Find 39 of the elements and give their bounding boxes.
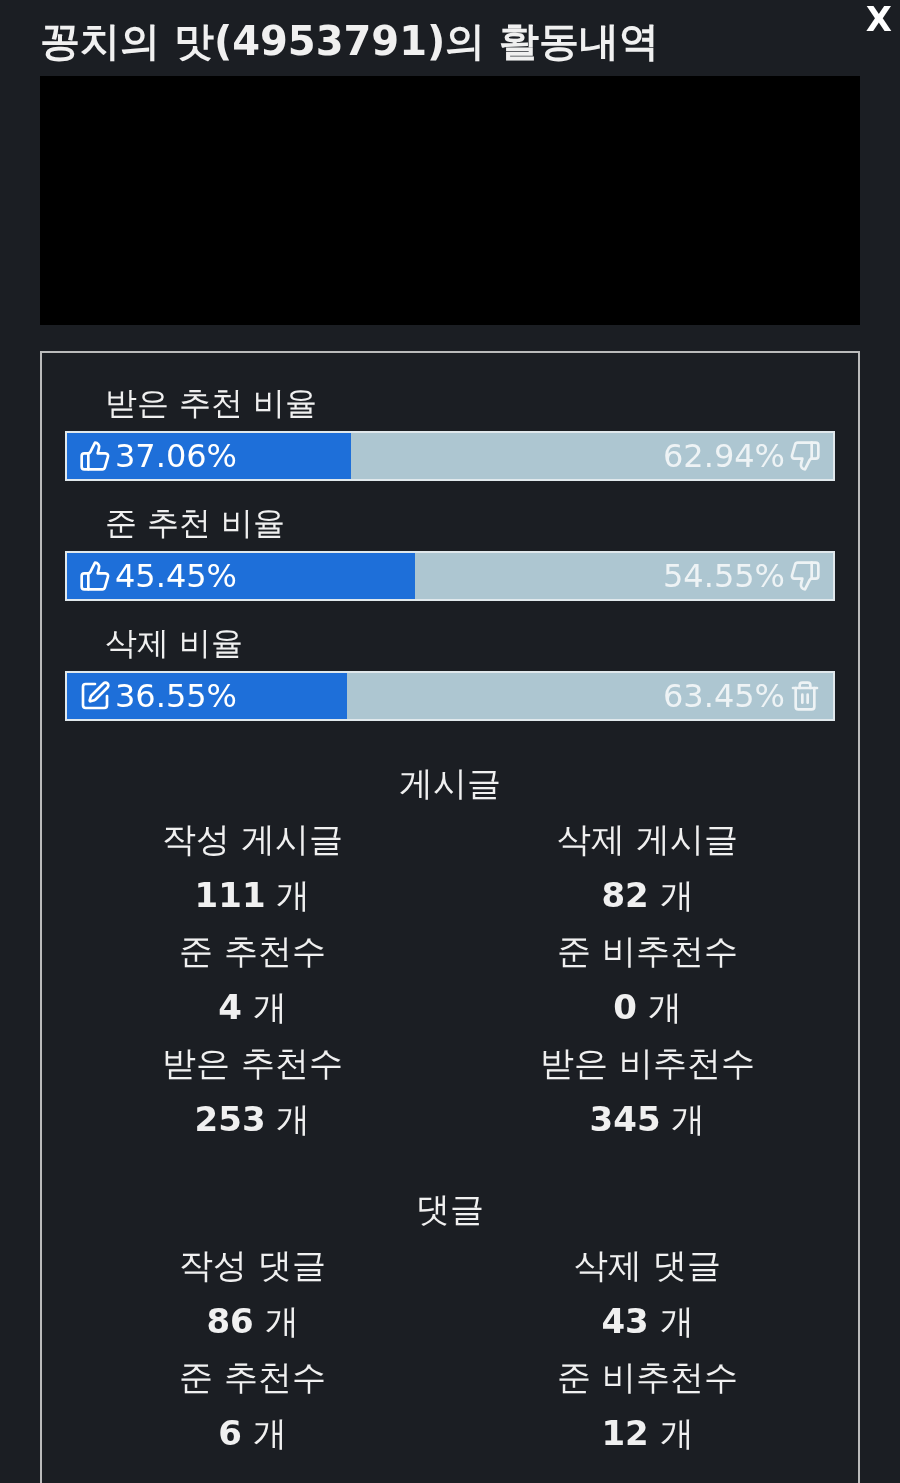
ratio-label: 받은 추천 비율 — [104, 383, 319, 424]
stat-value: 82 개 — [601, 874, 694, 917]
page-title: 꽁치의 맛(4953791)의 활동내역 — [40, 17, 661, 66]
stat-value: 0 개 — [613, 986, 682, 1029]
ratio-label: 준 추천 비율 — [104, 503, 287, 544]
positive-percent: 37.06% — [115, 436, 237, 477]
positive-percent: 36.55% — [115, 676, 237, 717]
negative-percent: 54.55% — [663, 556, 785, 597]
close-button[interactable]: X — [865, 2, 892, 36]
stat-value: 345 개 — [589, 1098, 706, 1141]
trash-icon — [789, 680, 821, 712]
thumbs-down-icon — [789, 560, 821, 592]
stat-label: 작성 게시글 — [162, 818, 343, 861]
section-heading: 댓글 — [415, 1188, 485, 1231]
stat-label: 삭제 게시글 — [557, 818, 738, 861]
stat-value: 111 개 — [194, 874, 311, 917]
stat-value: 12 개 — [601, 1412, 694, 1455]
stat-value: 6 개 — [218, 1412, 287, 1455]
stat-value: 253 개 — [194, 1098, 311, 1141]
stat-label: 작성 댓글 — [179, 1244, 326, 1287]
stat-label: 삭제 댓글 — [574, 1244, 721, 1287]
negative-percent: 62.94% — [663, 436, 785, 477]
stat-value: 86 개 — [206, 1300, 299, 1343]
stat-label: 준 비추천수 — [557, 1356, 738, 1399]
pencil-square-icon — [79, 680, 111, 712]
stat-label: 받은 추천수 — [162, 1042, 343, 1085]
stat-label: 준 추천수 — [179, 1356, 326, 1399]
stat-label: 받은 비추천수 — [540, 1042, 755, 1085]
stat-value: 4 개 — [218, 986, 287, 1029]
stat-label: 준 추천수 — [179, 930, 326, 973]
stat-value: 43 개 — [601, 1300, 694, 1343]
negative-percent: 63.45% — [663, 676, 785, 717]
ratio-label: 삭제 비율 — [104, 623, 245, 664]
thumbs-up-icon — [79, 440, 111, 472]
thumbs-up-icon — [79, 560, 111, 592]
positive-percent: 45.45% — [115, 556, 237, 597]
stat-label: 준 비추천수 — [557, 930, 738, 973]
thumbs-down-icon — [789, 440, 821, 472]
section-heading: 게시글 — [398, 762, 502, 805]
